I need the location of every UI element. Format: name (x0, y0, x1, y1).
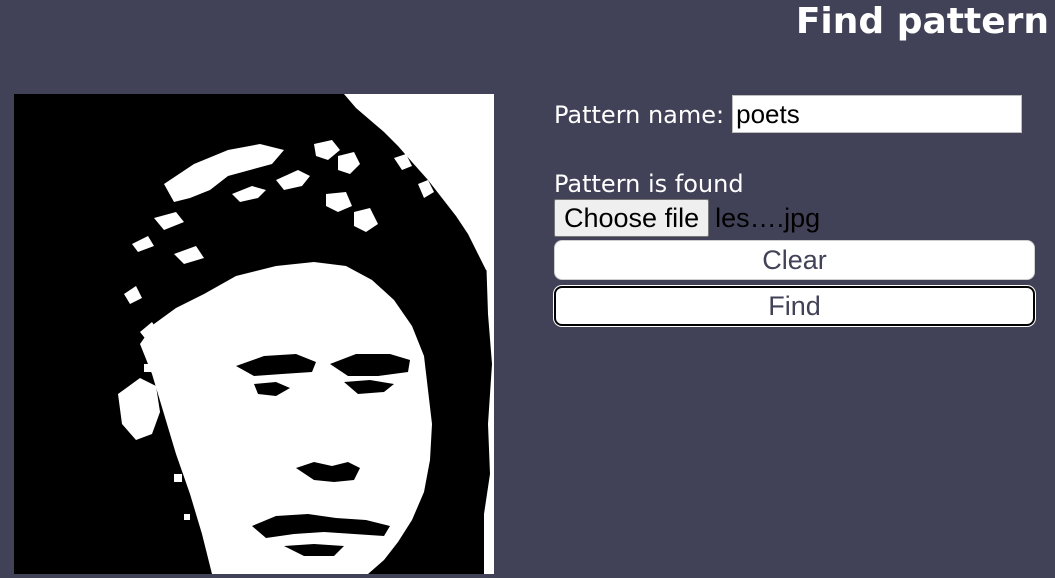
pattern-bitmap-image (14, 94, 494, 574)
pattern-name-input[interactable] (732, 95, 1023, 133)
clear-button[interactable]: Clear (554, 240, 1035, 280)
pattern-name-label: Pattern name: (554, 101, 725, 129)
pattern-canvas[interactable] (14, 94, 494, 574)
find-button[interactable]: Find (554, 286, 1035, 326)
pattern-form: Pattern name: Pattern is found Choose fi… (554, 94, 1035, 326)
choose-file-button[interactable]: Choose file (554, 199, 710, 237)
file-picker: Choose file les….jpg (554, 198, 1035, 238)
pattern-status-text: Pattern is found (554, 170, 744, 198)
selected-file-name: les….jpg (715, 202, 821, 233)
page-title: Find pattern (795, 1, 1049, 42)
pattern-name-row: Pattern name: (554, 94, 1035, 134)
